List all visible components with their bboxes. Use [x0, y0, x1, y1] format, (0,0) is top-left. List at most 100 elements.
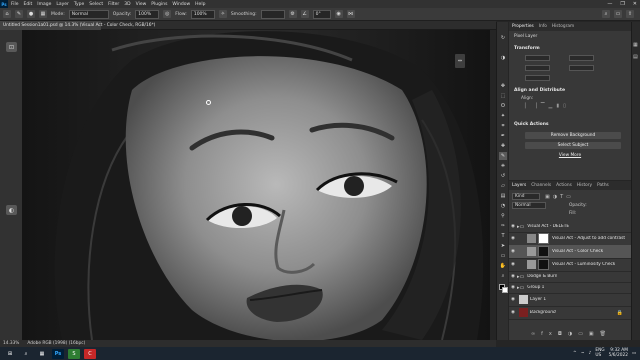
- menu-select[interactable]: Select: [89, 2, 103, 7]
- eyedropper-icon[interactable]: ✒: [499, 132, 507, 140]
- layer-kind-filter[interactable]: Kind: [512, 193, 540, 200]
- eraser-icon[interactable]: ▱: [499, 182, 507, 190]
- zoom-tool-icon[interactable]: ⌕: [499, 272, 507, 280]
- task-view-icon[interactable]: ▦: [36, 349, 48, 359]
- transform-y-field[interactable]: [569, 65, 594, 71]
- visibility-eye-icon[interactable]: ◉: [509, 249, 517, 254]
- view-more-link[interactable]: View More: [509, 153, 631, 158]
- notifications-icon[interactable]: ▭: [632, 351, 636, 356]
- clock[interactable]: 9:32 AM 5/6/2022: [609, 348, 628, 358]
- brush-icon[interactable]: ✎: [499, 152, 507, 160]
- brush-preset-picker[interactable]: ●: [27, 10, 35, 18]
- menu-view[interactable]: View: [136, 2, 147, 7]
- panel-toggle-icon[interactable]: ⇔: [455, 54, 465, 68]
- transform-w-field[interactable]: [525, 55, 550, 61]
- align-section-title[interactable]: Align and Distribute: [514, 88, 565, 93]
- angle-icon[interactable]: ∠: [300, 10, 309, 18]
- quick-select-icon[interactable]: ✦: [499, 112, 507, 120]
- layer-row[interactable]: ◉ Visual Act - Luminosity Check: [509, 258, 631, 272]
- tab-layers[interactable]: Layers: [512, 183, 526, 188]
- menu-plugins[interactable]: Plugins: [151, 2, 167, 7]
- language-indicator[interactable]: ENG US: [595, 348, 604, 358]
- visibility-eye-icon[interactable]: ◉: [509, 262, 517, 267]
- menu-layer[interactable]: Layer: [56, 2, 69, 7]
- blend-mode-select[interactable]: Normal: [512, 202, 546, 209]
- workspace-icon[interactable]: ▭: [614, 10, 622, 18]
- remove-background-button[interactable]: Remove Background: [525, 132, 621, 139]
- visibility-eye-icon[interactable]: ◉: [509, 224, 517, 229]
- swatches-panel-icon[interactable]: ▤: [633, 54, 638, 60]
- color-panel-icon[interactable]: ▦: [633, 42, 638, 48]
- clone-stamp-icon[interactable]: ⎈: [499, 162, 507, 170]
- app-taskbar-icon[interactable]: S: [68, 348, 80, 359]
- tab-actions[interactable]: Actions: [556, 183, 572, 188]
- app-taskbar-icon[interactable]: C: [84, 348, 96, 359]
- taskbar-search-icon[interactable]: ⌕: [20, 349, 32, 359]
- document-tab[interactable]: Untitled Session1a01.psd @ 14.3% (Visual…: [0, 21, 155, 30]
- zoom-level[interactable]: 14.33%: [3, 341, 19, 346]
- transform-h-field[interactable]: [569, 55, 594, 61]
- brush-settings-icon[interactable]: ▦: [39, 10, 47, 18]
- volume-icon[interactable]: ♪: [589, 351, 592, 356]
- network-icon[interactable]: ⌔: [581, 351, 585, 357]
- menu-window[interactable]: Window: [172, 2, 190, 7]
- tab-paths[interactable]: Paths: [597, 183, 609, 188]
- quick-actions-title[interactable]: Quick Actions: [514, 122, 549, 127]
- search-icon[interactable]: ⌕: [602, 10, 610, 18]
- adjustments-icon[interactable]: ◑: [499, 54, 507, 62]
- marquee-tool-icon[interactable]: ⬚: [499, 92, 507, 100]
- align-icons[interactable]: ▏▕▔▁▮▯: [525, 103, 570, 109]
- smoothing-field[interactable]: [260, 9, 285, 19]
- menu-filter[interactable]: Filter: [108, 2, 119, 7]
- document-canvas[interactable]: ⇔: [22, 30, 490, 340]
- layer-row[interactable]: ◉ Layer 1: [509, 293, 631, 307]
- history-panel-icon[interactable]: ↻: [499, 34, 507, 42]
- minimize-button[interactable]: —: [607, 1, 612, 7]
- layer-action-icons[interactable]: ∞fx◘◑▭▣🗑: [531, 331, 612, 337]
- visibility-eye-icon[interactable]: ◉: [509, 274, 517, 279]
- tab-channels[interactable]: Channels: [531, 183, 551, 188]
- layer-row-selected[interactable]: ◉ Visual Act - Color Check: [509, 245, 631, 259]
- brush-tool-icon[interactable]: ✎: [15, 10, 23, 18]
- gradient-icon[interactable]: ▤: [499, 192, 507, 200]
- transform-section-title[interactable]: Transform: [514, 46, 540, 51]
- shape-tool-icon[interactable]: ▭: [499, 252, 507, 260]
- layer-row[interactable]: ◉ Visual Act - Adjust to add contrast: [509, 232, 631, 246]
- start-button[interactable]: ⊞: [4, 349, 16, 359]
- symmetry-icon[interactable]: ⋈: [346, 10, 355, 18]
- transform-angle-field[interactable]: [525, 75, 550, 81]
- home-icon[interactable]: ⌂: [3, 10, 11, 18]
- visibility-eye-icon[interactable]: ◉: [509, 236, 517, 241]
- dodge-tool-icon[interactable]: ⚲: [499, 212, 507, 220]
- filter-icons[interactable]: ▣◑T▭: [545, 194, 574, 200]
- healing-brush-icon[interactable]: ✚: [499, 142, 507, 150]
- quick-mask-icon[interactable]: ◐: [6, 205, 17, 215]
- document-info[interactable]: Adobe RGB (1998) (16bpc): [27, 341, 85, 346]
- background-color-swatch[interactable]: [502, 287, 508, 293]
- pressure-opacity-icon[interactable]: ◎: [163, 10, 172, 18]
- layer-row[interactable]: ◉ Background 🔒: [509, 306, 631, 320]
- frame-tool-icon[interactable]: ⊡: [6, 42, 17, 52]
- hand-tool-icon[interactable]: ✋: [499, 262, 507, 270]
- flow-field[interactable]: 100%: [190, 9, 215, 19]
- lasso-tool-icon[interactable]: ʘ: [499, 102, 507, 110]
- maximize-button[interactable]: ❐: [620, 1, 624, 7]
- tab-history[interactable]: History: [577, 183, 592, 188]
- close-button[interactable]: ✕: [633, 1, 637, 7]
- tab-properties[interactable]: Properties: [512, 24, 534, 29]
- menu-3d[interactable]: 3D: [124, 2, 130, 7]
- photoshop-taskbar-icon[interactable]: Ps: [52, 348, 64, 359]
- move-tool-icon[interactable]: ✥: [499, 82, 507, 90]
- mode-select[interactable]: Normal: [68, 9, 109, 19]
- airbrush-icon[interactable]: ✧: [218, 10, 227, 18]
- menu-edit[interactable]: Edit: [24, 2, 33, 7]
- menu-type[interactable]: Type: [74, 2, 84, 7]
- tab-info[interactable]: Info: [539, 24, 547, 29]
- angle-field[interactable]: 0°: [312, 9, 331, 19]
- select-subject-button[interactable]: Select Subject: [525, 142, 621, 149]
- smoothing-options-gear-icon[interactable]: ⚙: [288, 10, 297, 18]
- visibility-eye-icon[interactable]: ◉: [509, 310, 517, 315]
- type-tool-icon[interactable]: T: [499, 232, 507, 240]
- menu-image[interactable]: Image: [37, 2, 51, 7]
- visibility-eye-icon[interactable]: ◉: [509, 285, 517, 290]
